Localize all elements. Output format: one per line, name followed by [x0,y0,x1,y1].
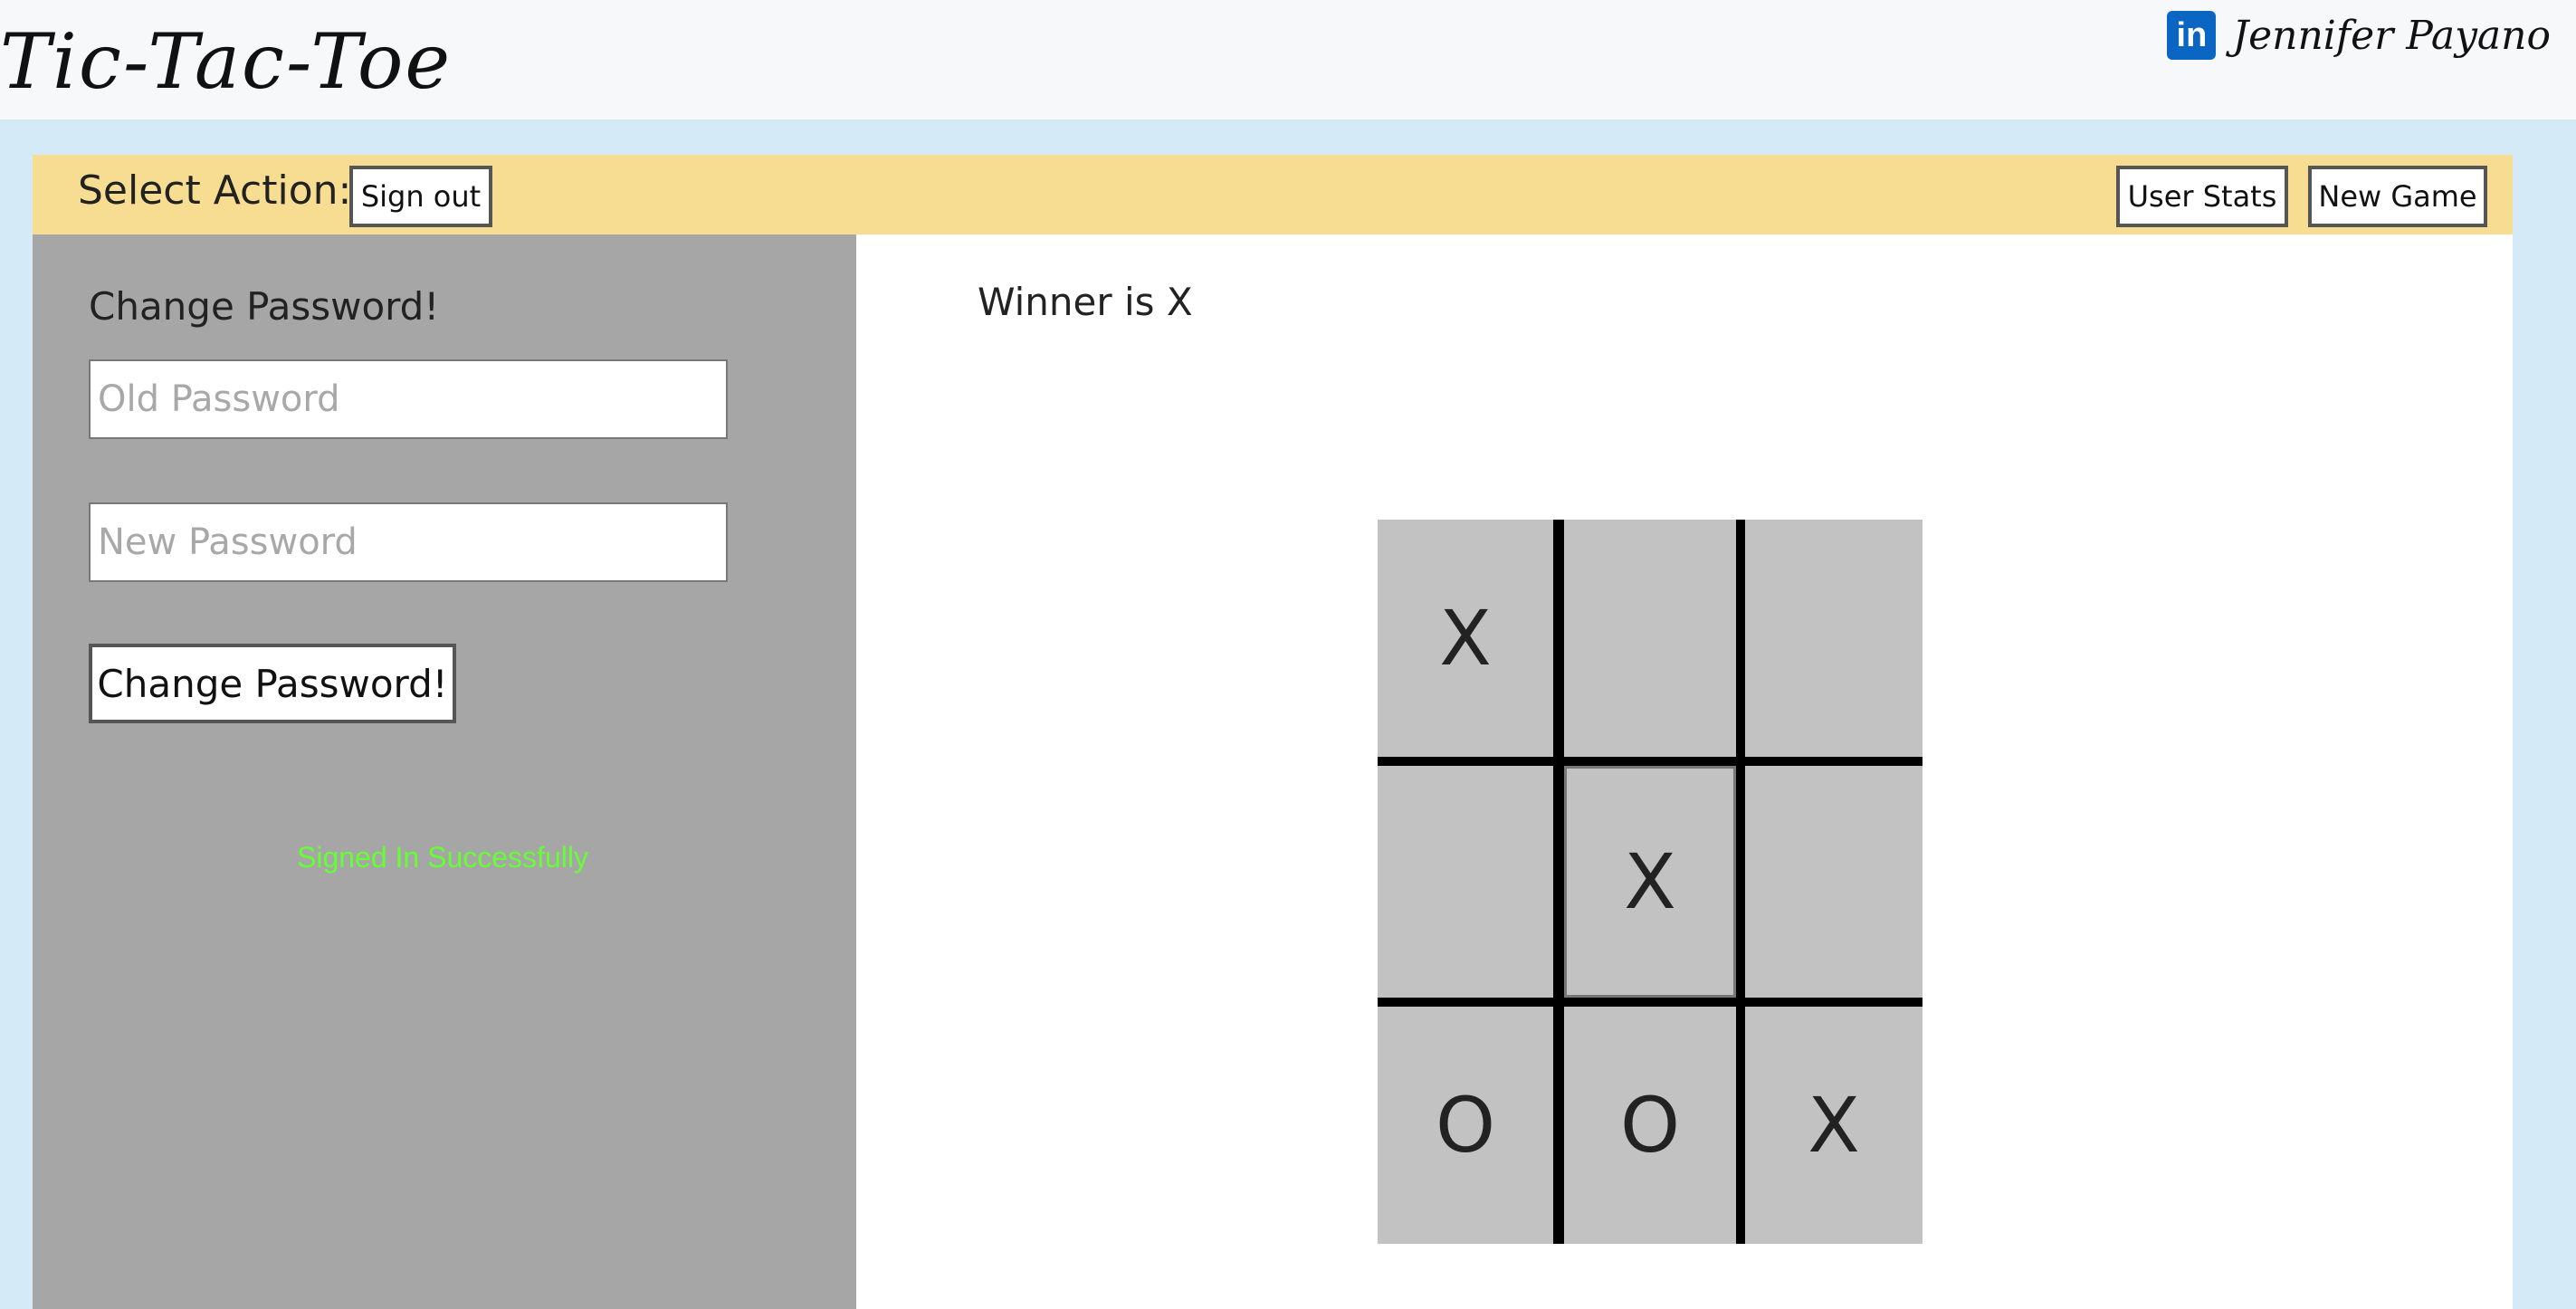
game-board: X X O O X [1378,520,1922,1244]
board-cell[interactable] [1745,766,1922,998]
app-title: Tic-Tac-Toe [0,17,453,106]
board-cell[interactable]: X [1378,520,1553,757]
change-password-sidebar: Change Password! Change Password! Signed… [33,234,856,1309]
new-game-button[interactable]: New Game [2308,166,2487,227]
top-header: Tic-Tac-Toe in Jennifer Payano [0,0,2576,119]
board-cell[interactable] [1378,766,1553,998]
author-link[interactable]: in Jennifer Payano [2167,11,2551,60]
game-status: Winner is X [978,280,1193,324]
board-cell[interactable]: X [1745,1007,1922,1244]
linkedin-icon[interactable]: in [2167,11,2217,60]
board-cell[interactable]: O [1378,1007,1553,1244]
board-cell[interactable]: O [1564,1007,1736,1244]
sign-out-button[interactable]: Sign out [349,166,492,227]
change-password-button[interactable]: Change Password! [89,644,456,723]
author-name[interactable]: Jennifer Payano [2232,13,2551,59]
change-password-heading: Change Password! [89,284,440,329]
sign-in-status-message: Signed In Successfully [297,841,588,874]
action-bar: Select Action: Sign out User Stats New G… [33,155,2513,234]
board-cell[interactable]: X [1564,766,1736,998]
board-cell[interactable] [1564,520,1736,757]
main-panel: Select Action: Sign out User Stats New G… [33,155,2513,1309]
old-password-input[interactable] [89,359,728,439]
user-stats-button[interactable]: User Stats [2116,166,2288,227]
board-cell[interactable] [1745,520,1922,757]
new-password-input[interactable] [89,502,728,582]
select-action-label: Select Action: [78,167,352,214]
